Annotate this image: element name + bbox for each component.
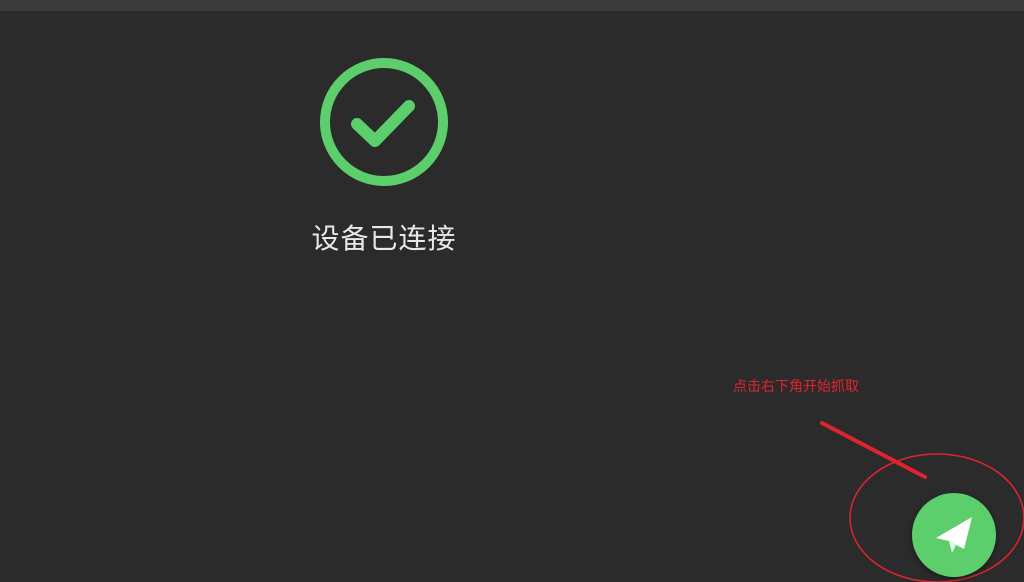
check-circle-icon <box>319 57 449 187</box>
annotation-overlay <box>820 421 1024 582</box>
top-bar <box>0 0 1024 11</box>
capture-hint-annotation: 点击右下角开始抓取 <box>733 379 859 395</box>
connection-status-label: 设备已连接 <box>311 222 457 255</box>
app-window: 设备已连接 点击右下角开始抓取 <box>0 0 1024 582</box>
paper-plane-icon <box>936 517 972 553</box>
start-capture-button[interactable] <box>912 493 996 577</box>
annotation-arrow <box>820 421 927 479</box>
